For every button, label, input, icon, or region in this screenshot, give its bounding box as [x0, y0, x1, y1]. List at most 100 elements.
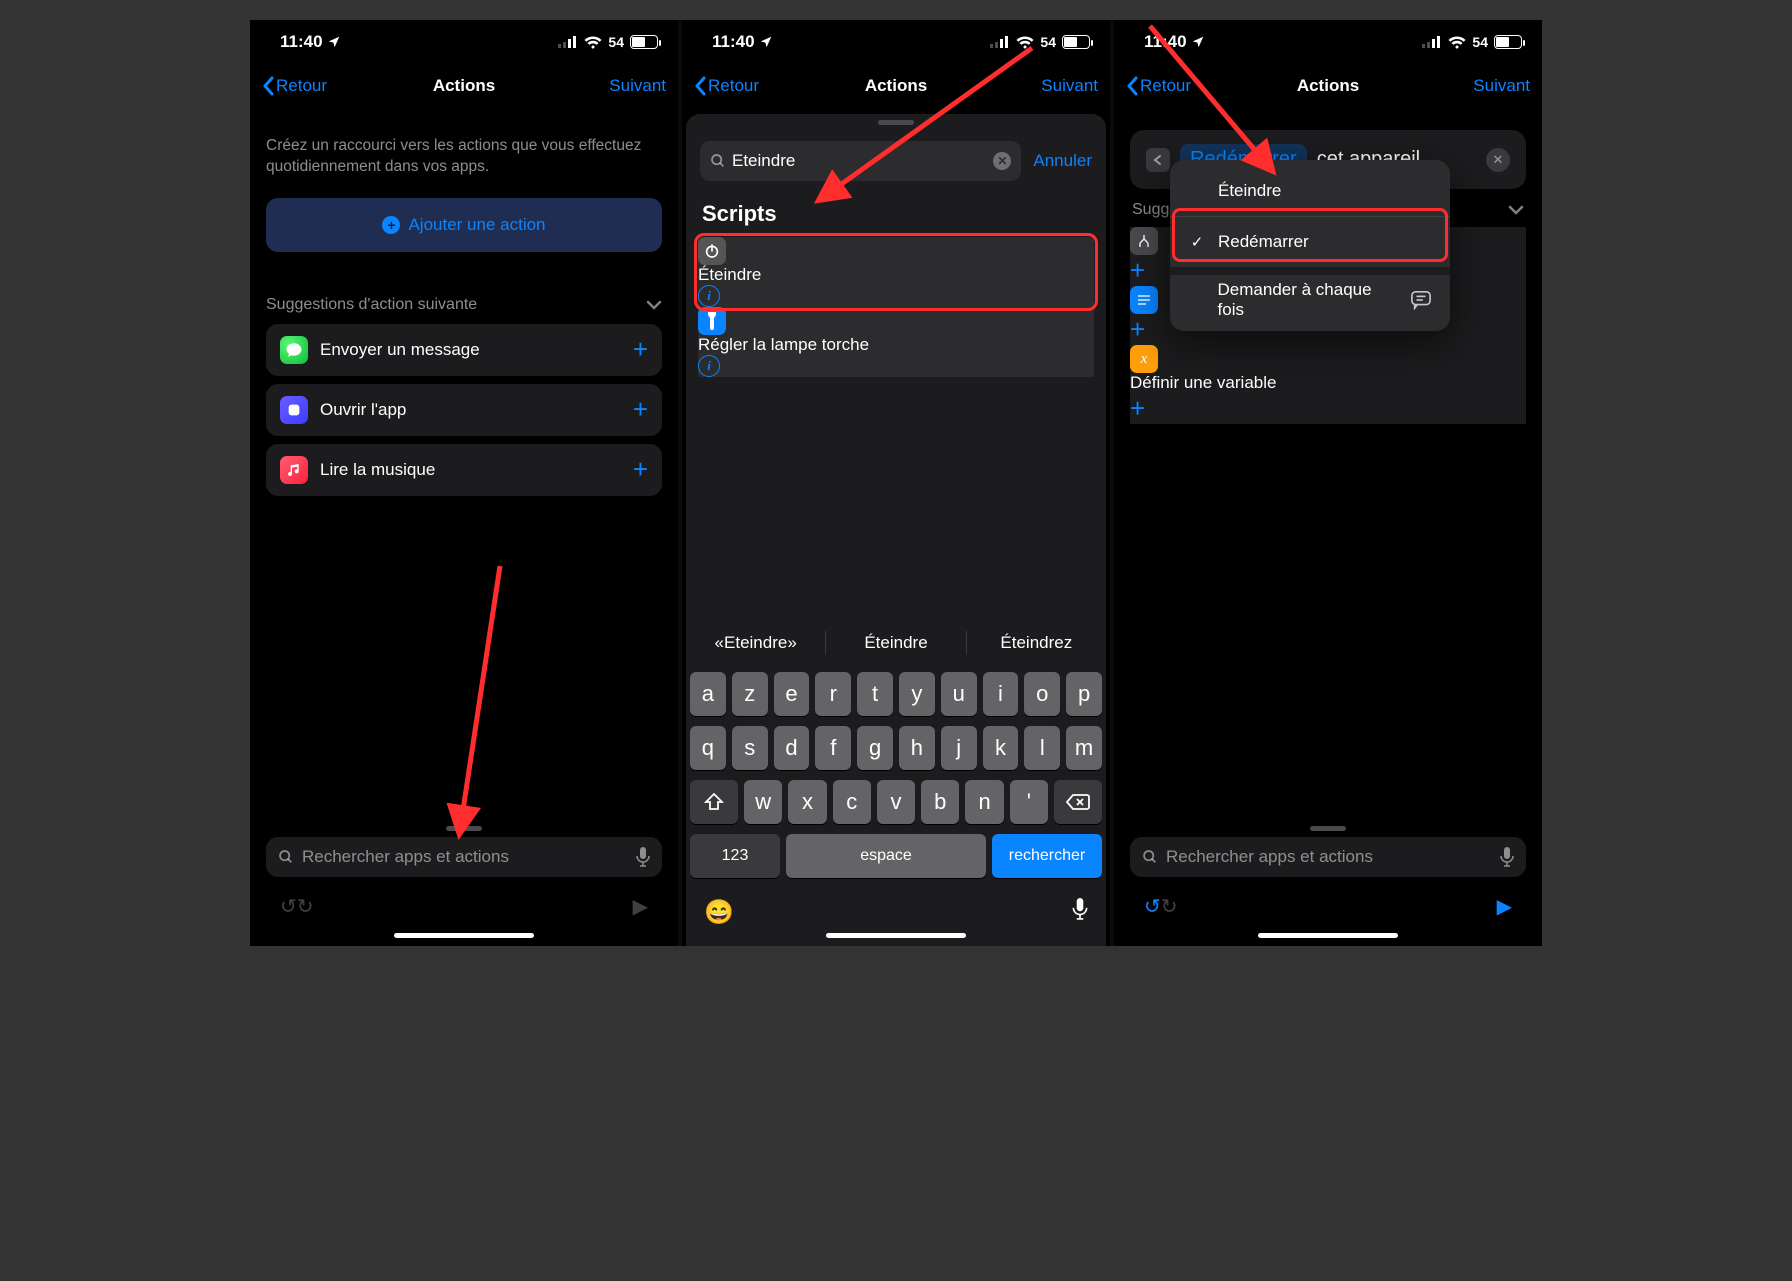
nav-next-button[interactable]: Suivant — [1473, 76, 1530, 96]
remove-action-button[interactable]: ✕ — [1486, 148, 1510, 172]
key[interactable]: n — [965, 780, 1003, 824]
key[interactable]: v — [877, 780, 915, 824]
search-icon — [710, 153, 726, 169]
nav-next-button[interactable]: Suivant — [1041, 76, 1098, 96]
home-indicator[interactable] — [1258, 933, 1398, 938]
suggestion-row[interactable]: x Définir une variable + — [1130, 345, 1526, 424]
key[interactable]: f — [815, 726, 851, 770]
key[interactable]: k — [983, 726, 1019, 770]
nav-back-button[interactable]: Retour — [694, 76, 759, 96]
key[interactable]: u — [941, 672, 977, 716]
battery-icon — [1494, 35, 1522, 49]
redo-button[interactable]: ↻ — [1161, 894, 1178, 919]
undo-button[interactable]: ↺ — [280, 894, 297, 919]
home-indicator[interactable] — [826, 933, 966, 938]
nav-back-button[interactable]: Retour — [1126, 76, 1191, 96]
nav-next-button[interactable]: Suivant — [609, 76, 666, 96]
dictation-key[interactable] — [1072, 898, 1088, 927]
home-indicator[interactable] — [394, 933, 534, 938]
search-field[interactable]: Rechercher apps et actions — [266, 837, 662, 877]
numeric-key[interactable]: 123 — [690, 834, 780, 878]
dropdown-option-ask[interactable]: Demander à chaque fois — [1170, 275, 1450, 325]
suggestion-list: Envoyer un message + Ouvrir l'app + Lire… — [266, 324, 662, 504]
add-action-button[interactable]: + Ajouter une action — [266, 198, 662, 252]
plus-icon[interactable]: + — [633, 394, 648, 425]
plus-icon[interactable]: + — [633, 454, 648, 485]
info-button[interactable]: i — [698, 355, 720, 377]
mic-icon[interactable] — [1500, 847, 1514, 867]
key[interactable]: a — [690, 672, 726, 716]
key[interactable]: j — [941, 726, 977, 770]
key[interactable]: b — [921, 780, 959, 824]
intro-text: Créez un raccourci vers les actions que … — [266, 136, 662, 178]
prediction[interactable]: Éteindre — [826, 633, 965, 653]
prediction[interactable]: Éteindrez — [967, 633, 1106, 653]
dropdown-option-eteindre[interactable]: Éteindre — [1170, 166, 1450, 216]
key[interactable]: r — [815, 672, 851, 716]
key[interactable]: w — [744, 780, 782, 824]
play-button[interactable]: ▶ — [1497, 894, 1512, 919]
sheet-grip[interactable] — [1310, 826, 1346, 831]
chevron-down-icon — [646, 300, 662, 310]
result-list: Éteindre i Régler la lampe torche i — [686, 233, 1106, 381]
key[interactable]: z — [732, 672, 768, 716]
key[interactable]: p — [1066, 672, 1102, 716]
key[interactable]: t — [857, 672, 893, 716]
suggestion-row[interactable]: Envoyer un message + — [266, 324, 662, 376]
result-row-torch[interactable]: Régler la lampe torche i — [698, 307, 1094, 377]
nav-bar: Retour Actions Suivant — [682, 64, 1110, 108]
nav-back-button[interactable]: Retour — [262, 76, 327, 96]
cell-signal-icon — [558, 36, 578, 48]
key[interactable]: g — [857, 726, 893, 770]
screen-1: 11:40 54 Retour Actions Suivant Créez un… — [250, 20, 678, 946]
clear-search-button[interactable]: ✕ — [993, 152, 1011, 170]
search-field[interactable]: Rechercher apps et actions — [1130, 837, 1526, 877]
plus-icon[interactable]: + — [633, 334, 648, 365]
mic-icon[interactable] — [636, 847, 650, 867]
cancel-search-button[interactable]: Annuler — [1033, 151, 1092, 171]
key[interactable]: l — [1024, 726, 1060, 770]
search-key[interactable]: rechercher — [992, 834, 1102, 878]
info-button[interactable]: i — [698, 285, 720, 307]
key[interactable]: o — [1024, 672, 1060, 716]
key[interactable]: s — [732, 726, 768, 770]
toolbar: ↺ ↻ ▶ — [1114, 883, 1542, 929]
dropdown-option-redemarrer[interactable]: ✓ Redémarrer — [1170, 217, 1450, 267]
key[interactable]: m — [1066, 726, 1102, 770]
key[interactable]: e — [774, 672, 810, 716]
result-row-eteindre[interactable]: Éteindre i — [698, 237, 1094, 307]
key[interactable]: d — [774, 726, 810, 770]
battery-percent: 54 — [1040, 34, 1056, 50]
prediction[interactable]: «Eteindre» — [686, 633, 825, 653]
space-key[interactable]: espace — [786, 834, 986, 878]
key[interactable]: ' — [1010, 780, 1048, 824]
parameter-dropdown: Éteindre ✓ Redémarrer Demander à chaque … — [1170, 160, 1450, 331]
backspace-key[interactable] — [1054, 780, 1102, 824]
key[interactable]: y — [899, 672, 935, 716]
key[interactable]: c — [833, 780, 871, 824]
search-input-wrap[interactable]: ✕ — [700, 141, 1021, 181]
suggestion-row[interactable]: Lire la musique + — [266, 444, 662, 496]
key[interactable]: h — [899, 726, 935, 770]
prediction-bar: «Eteindre» Éteindre Éteindrez — [686, 620, 1106, 666]
play-button[interactable]: ▶ — [633, 894, 648, 919]
redo-button[interactable]: ↻ — [297, 894, 314, 919]
sheet-grip[interactable] — [878, 120, 914, 125]
chevron-down-icon[interactable] — [1508, 205, 1524, 215]
shift-key[interactable] — [690, 780, 738, 824]
emoji-key[interactable]: 😄 — [704, 898, 734, 927]
search-input[interactable] — [732, 151, 987, 171]
key[interactable]: i — [983, 672, 1019, 716]
kb-row-3: w x c v b n ' — [690, 780, 1102, 824]
status-bar: 11:40 54 — [682, 20, 1110, 64]
plus-icon[interactable]: + — [1130, 393, 1526, 424]
undo-button[interactable]: ↺ — [1144, 894, 1161, 919]
suggestion-row[interactable]: Ouvrir l'app + — [266, 384, 662, 436]
kb-row-1: a z e r t y u i o p — [690, 672, 1102, 716]
key[interactable]: x — [788, 780, 826, 824]
collapse-icon[interactable] — [1146, 148, 1170, 172]
key[interactable]: q — [690, 726, 726, 770]
sheet-grip[interactable] — [446, 826, 482, 831]
result-label: Éteindre — [698, 265, 1094, 285]
suggestions-header[interactable]: Suggestions d'action suivante — [266, 296, 662, 314]
